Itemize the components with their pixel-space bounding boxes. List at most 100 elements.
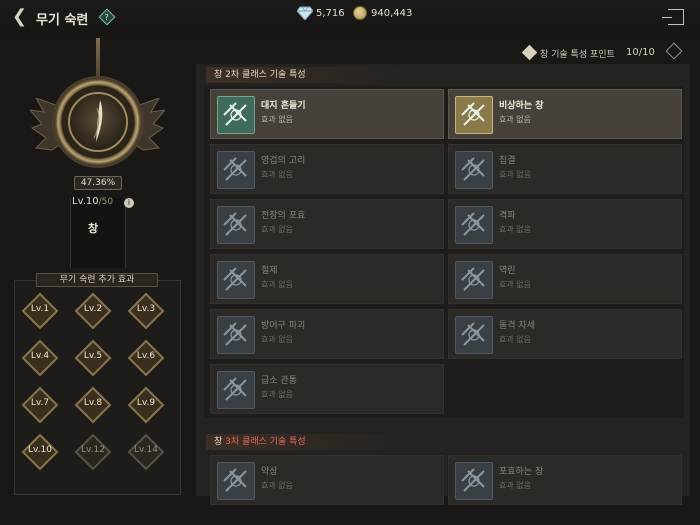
skill-icon [455,462,493,500]
skill-icon [455,261,493,299]
points-value: 10/10 [626,47,655,58]
skill-icon [217,316,255,354]
badge-label: Lv.12 [81,445,105,455]
weapon-name: 창 [88,222,99,235]
exit-icon[interactable] [662,9,684,25]
skill-name: 급소 관통 [261,376,297,386]
skill-icon [217,371,255,409]
skill-name: 포효하는 창 [499,467,544,477]
skill-node[interactable]: 비상하는 창효과 없음 [448,89,682,139]
bonus-level-badge[interactable]: Lv.5 [74,339,112,377]
skill-effect: 효과 없음 [499,170,531,179]
skill-icon [217,261,255,299]
skill-effect: 효과 없음 [499,225,531,234]
level-info-icon[interactable]: i [124,198,134,208]
skill-name: 약상 [261,467,278,477]
section-header-2nd: 창 2차 클래스 기술 특성 [206,67,406,83]
gold-count: 940,443 [371,8,413,19]
skill-node[interactable]: 전장의 포효효과 없음 [210,199,444,249]
bonus-level-badge[interactable]: Lv.14 [127,433,165,471]
skill-effect: 효과 없음 [499,335,531,344]
mastery-emblem: 47.36% Lv.10/50 i 창 [30,38,165,268]
mastery-percent: 47.36% [74,176,122,190]
skill-name: 전장의 포효 [261,211,306,221]
skill-name: 대지 흔들기 [261,101,306,111]
skill-name: 집결 [499,156,516,166]
skill-node[interactable]: 격파효과 없음 [448,199,682,249]
skill-icon [217,206,255,244]
skill-name: 영겁의 고리 [261,156,306,166]
badge-label: Lv.3 [136,304,156,314]
skill-name: 격파 [499,211,516,221]
sort-toggle-icon[interactable] [665,42,683,60]
bonus-level-badge[interactable]: Lv.2 [74,292,112,330]
skill-node[interactable]: 포효하는 창효과 없음 [448,455,682,505]
skill-effect: 효과 없음 [499,115,531,124]
bonus-level-badge[interactable]: Lv.9 [127,386,165,424]
skill-node[interactable]: 영겁의 고리효과 없음 [210,144,444,194]
page-title: 무기 숙련 [36,13,89,28]
spear-icon [93,100,103,142]
help-icon[interactable]: ? [98,8,116,26]
badge-label: Lv.2 [83,304,103,314]
gem-icon [297,6,313,20]
gold-coin-icon [353,6,367,20]
skill-effect: 효과 없음 [261,170,293,179]
skill-name: 방어구 파괴 [261,321,306,331]
points-label: 창 기술 특성 포인트 [540,50,615,60]
skill-icon [217,96,255,134]
skill-effect: 효과 없음 [261,280,293,289]
skill-node[interactable]: 집결효과 없음 [448,144,682,194]
bonus-title: 무기 숙련 추가 효과 [36,273,158,287]
badge-label: Lv.10 [28,445,52,455]
badge-label: Lv.7 [30,398,50,408]
bonus-level-badge[interactable]: Lv.10 [21,433,59,471]
skill-effect: 효과 없음 [261,390,293,399]
skill-icon [455,151,493,189]
skill-name: 돌격 자세 [499,321,535,331]
skill-effect: 효과 없음 [499,481,531,490]
skill-name: 비상하는 창 [499,101,544,111]
mastery-level: Lv.10/50 [72,196,114,207]
skill-effect: 효과 없음 [261,335,293,344]
badge-label: Lv.6 [136,351,156,361]
skill-node[interactable]: 역린효과 없음 [448,254,682,304]
skill-effect: 효과 없음 [261,481,293,490]
skill-effect: 효과 없음 [261,225,293,234]
skill-effect: 효과 없음 [499,280,531,289]
empty-skill-slot [448,364,682,414]
skill-name: 절제 [261,266,278,276]
skill-node[interactable]: 방어구 파괴효과 없음 [210,309,444,359]
bonus-level-badge[interactable]: Lv.7 [21,386,59,424]
bonus-level-badge[interactable]: Lv.12 [74,433,112,471]
skill-icon [217,151,255,189]
skill-icon [455,206,493,244]
top-bar: ❮ 무기 숙련 ? 5,716 940,443 [0,0,700,36]
back-icon[interactable]: ❮ [12,6,32,28]
gem-count: 5,716 [316,8,345,19]
skill-node[interactable]: 절제효과 없음 [210,254,444,304]
bonus-level-badge[interactable]: Lv.3 [127,292,165,330]
skill-icon [455,96,493,134]
skill-icon [455,316,493,354]
skill-icon [217,462,255,500]
badge-label: Lv.5 [83,351,103,361]
badge-label: Lv.1 [30,304,50,314]
points-help-icon[interactable] [521,44,538,61]
skill-name: 역린 [499,266,516,276]
skill-node[interactable]: 급소 관통효과 없음 [210,364,444,414]
bonus-level-badge[interactable]: Lv.8 [74,386,112,424]
badge-label: Lv.8 [83,398,103,408]
bonus-level-badge[interactable]: Lv.6 [127,339,165,377]
skill-node[interactable]: 대지 흔들기효과 없음 [210,89,444,139]
skill-node[interactable]: 약상효과 없음 [210,455,444,505]
skill-node[interactable]: 돌격 자세효과 없음 [448,309,682,359]
emblem-spike [96,38,100,82]
bonus-level-badge[interactable]: Lv.1 [21,292,59,330]
badge-label: Lv.9 [136,398,156,408]
bonus-level-badge[interactable]: Lv.4 [21,339,59,377]
skill-effect: 효과 없음 [261,115,293,124]
section-header-3rd: 창 3차 클래스 기술 특성 [206,434,406,450]
badge-label: Lv.4 [30,351,50,361]
badge-label: Lv.14 [134,445,158,455]
